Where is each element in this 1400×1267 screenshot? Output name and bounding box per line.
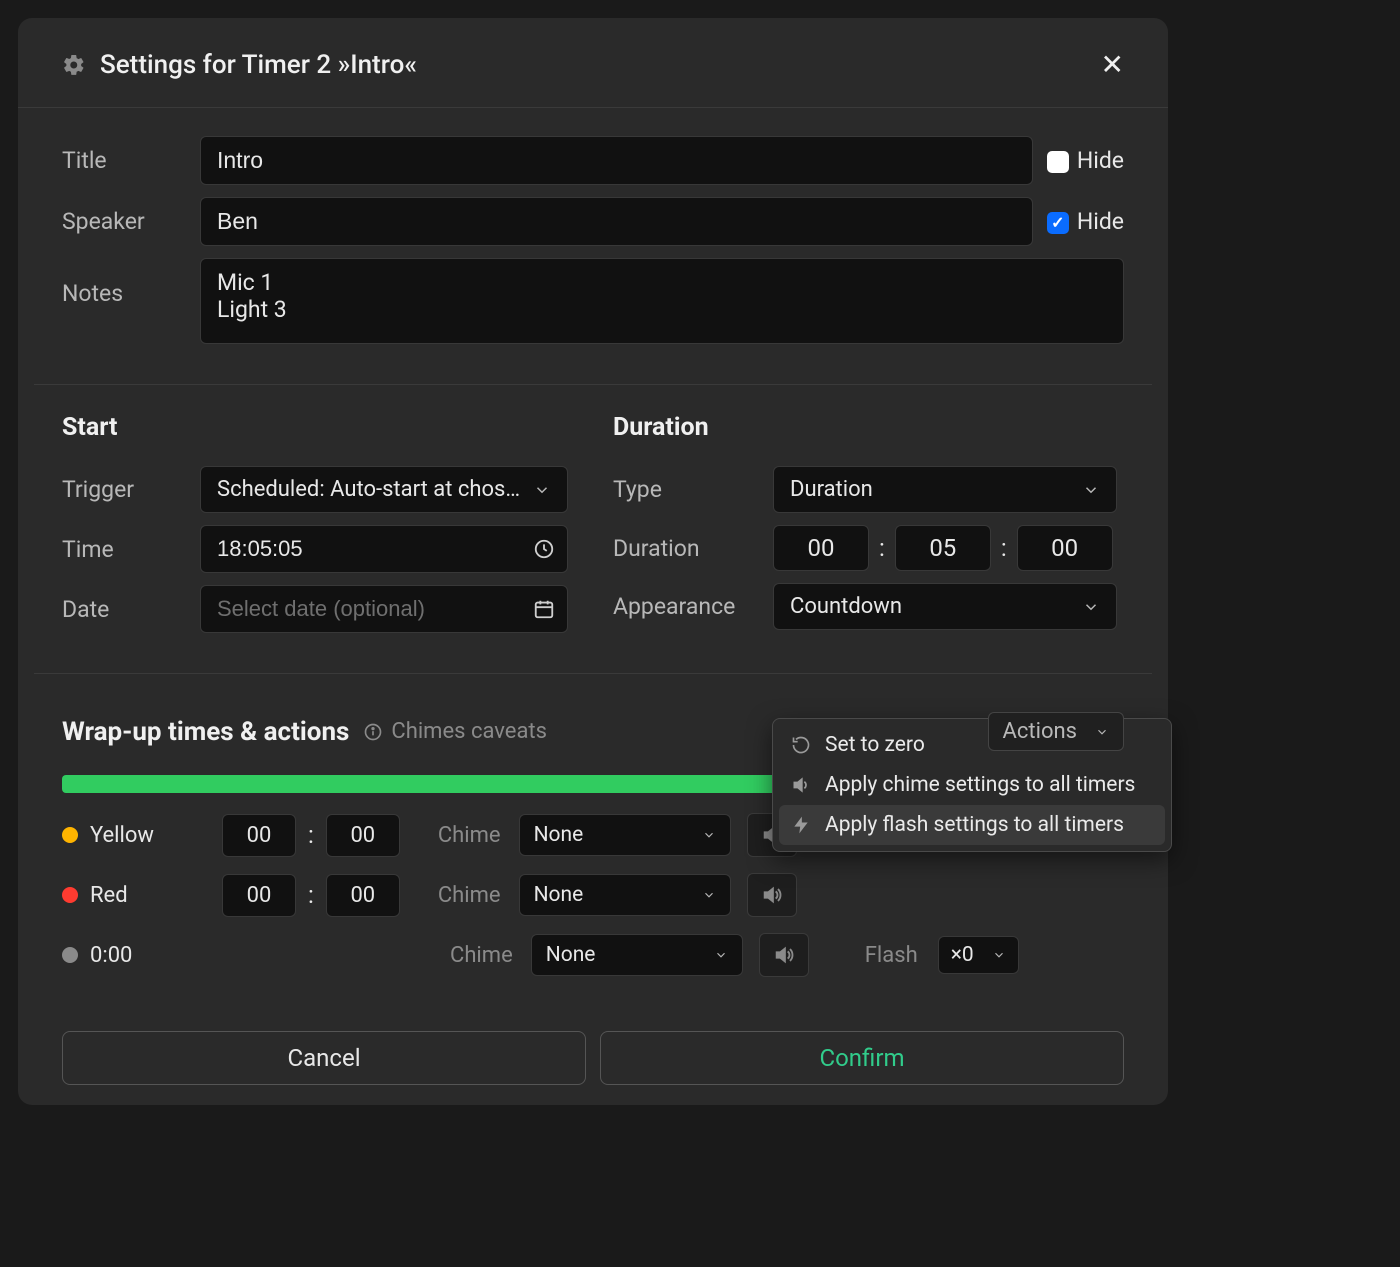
close-icon[interactable]: ✕: [1101, 48, 1124, 81]
chimes-caveats-link[interactable]: Chimes caveats: [391, 719, 547, 744]
duration-hh[interactable]: 00: [773, 525, 869, 571]
red-chime-value: None: [534, 883, 584, 907]
chime-label: Chime: [438, 823, 501, 848]
title-input[interactable]: [200, 136, 1033, 185]
footer: Cancel Confirm: [18, 1031, 1168, 1085]
wrap-row-zero: 0:00 Chime None Flash ×0: [62, 933, 1124, 977]
gear-icon: [62, 53, 86, 77]
title-hide-label: Hide: [1077, 147, 1124, 174]
chevron-down-icon: [714, 948, 728, 962]
start-column: Start Trigger Scheduled: Auto-start at c…: [62, 413, 573, 645]
flash-label: Flash: [865, 943, 918, 968]
wrap-row-red: Red 00 : 00 Chime None: [62, 873, 1124, 917]
red-ss[interactable]: 00: [326, 874, 400, 917]
chime-label: Chime: [450, 943, 513, 968]
undo-icon: [791, 735, 811, 755]
title-hide-checkbox[interactable]: [1047, 151, 1069, 173]
chevron-down-icon: [1095, 725, 1109, 739]
chevron-down-icon: [992, 948, 1006, 962]
red-preview-chime-button[interactable]: [747, 873, 797, 917]
speaker-hide-checkbox[interactable]: ✓: [1047, 212, 1069, 234]
actions-button[interactable]: Actions: [988, 712, 1124, 751]
red-chime-select[interactable]: None: [519, 874, 731, 916]
chevron-down-icon: [702, 828, 716, 842]
type-select-value: Duration: [790, 477, 873, 502]
speaker-icon: [773, 944, 795, 966]
dialog-title: Settings for Timer 2 »Intro«: [100, 50, 1101, 80]
dialog-header: Settings for Timer 2 »Intro« ✕: [18, 18, 1168, 108]
clock-icon: [533, 538, 555, 560]
section-wrapup: Wrap-up times & actions Chimes caveats A…: [18, 674, 1168, 1021]
speaker-label: Speaker: [62, 208, 200, 235]
speaker-icon: [791, 775, 811, 795]
confirm-button[interactable]: Confirm: [600, 1031, 1124, 1085]
red-mm[interactable]: 00: [222, 874, 296, 917]
yellow-chime-select[interactable]: None: [519, 814, 731, 856]
speaker-hide-label: Hide: [1077, 208, 1124, 235]
title-label: Title: [62, 147, 200, 174]
zero-chime-select[interactable]: None: [531, 934, 743, 976]
time-input[interactable]: [213, 532, 533, 566]
chevron-down-icon: [702, 888, 716, 902]
speaker-icon: [761, 884, 783, 906]
info-icon: [363, 722, 383, 742]
trigger-select[interactable]: Scheduled: Auto-start at chosen: [200, 466, 568, 513]
actions-menu-apply-flash-all[interactable]: Apply flash settings to all timers: [779, 805, 1165, 845]
red-dot-icon: [62, 887, 78, 903]
chevron-down-icon: [1082, 481, 1100, 499]
appearance-select[interactable]: Countdown: [773, 583, 1117, 630]
time-input-wrapper: [200, 525, 568, 573]
date-input[interactable]: [213, 592, 533, 626]
flash-icon: [791, 815, 811, 835]
duration-ss[interactable]: 00: [1017, 525, 1113, 571]
flash-select[interactable]: ×0: [938, 936, 1019, 974]
flash-value: ×0: [951, 943, 974, 967]
duration-label: Duration: [613, 535, 773, 562]
trigger-select-value: Scheduled: Auto-start at chosen: [217, 477, 525, 502]
section-basics: Title Hide Speaker ✓ Hide Notes: [18, 108, 1168, 384]
duration-mm[interactable]: 05: [895, 525, 991, 571]
actions-button-label: Actions: [1003, 719, 1077, 744]
yellow-dot-icon: [62, 827, 78, 843]
yellow-chime-value: None: [534, 823, 584, 847]
notes-label: Notes: [62, 258, 200, 307]
appearance-label: Appearance: [613, 593, 773, 620]
yellow-ss[interactable]: 00: [326, 814, 400, 857]
type-select[interactable]: Duration: [773, 466, 1117, 513]
wrapup-heading: Wrap-up times & actions: [62, 717, 349, 747]
calendar-icon: [533, 598, 555, 620]
zero-preview-chime-button[interactable]: [759, 933, 809, 977]
speaker-input[interactable]: [200, 197, 1033, 246]
type-label: Type: [613, 476, 773, 503]
chevron-down-icon: [1082, 598, 1100, 616]
settings-dialog: Settings for Timer 2 »Intro« ✕ Title Hid…: [18, 18, 1168, 1105]
start-heading: Start: [62, 413, 573, 442]
duration-column: Duration Type Duration Duration 00 : 05 …: [613, 413, 1124, 645]
cancel-button[interactable]: Cancel: [62, 1031, 586, 1085]
chevron-down-icon: [533, 481, 551, 499]
zero-dot-icon: [62, 947, 78, 963]
date-input-wrapper: [200, 585, 568, 633]
time-label: Time: [62, 536, 200, 563]
zero-chime-value: None: [546, 943, 596, 967]
yellow-mm[interactable]: 00: [222, 814, 296, 857]
chime-label: Chime: [438, 883, 501, 908]
notes-input[interactable]: [200, 258, 1124, 344]
section-timing: Start Trigger Scheduled: Auto-start at c…: [18, 385, 1168, 673]
wrap-yellow-label: Yellow: [90, 823, 154, 848]
wrap-zero-label: 0:00: [90, 943, 132, 968]
trigger-label: Trigger: [62, 476, 200, 503]
actions-menu-apply-chime-all[interactable]: Apply chime settings to all timers: [779, 765, 1165, 805]
wrap-red-label: Red: [90, 883, 128, 908]
appearance-select-value: Countdown: [790, 594, 902, 619]
duration-heading: Duration: [613, 413, 1124, 442]
date-label: Date: [62, 596, 200, 623]
